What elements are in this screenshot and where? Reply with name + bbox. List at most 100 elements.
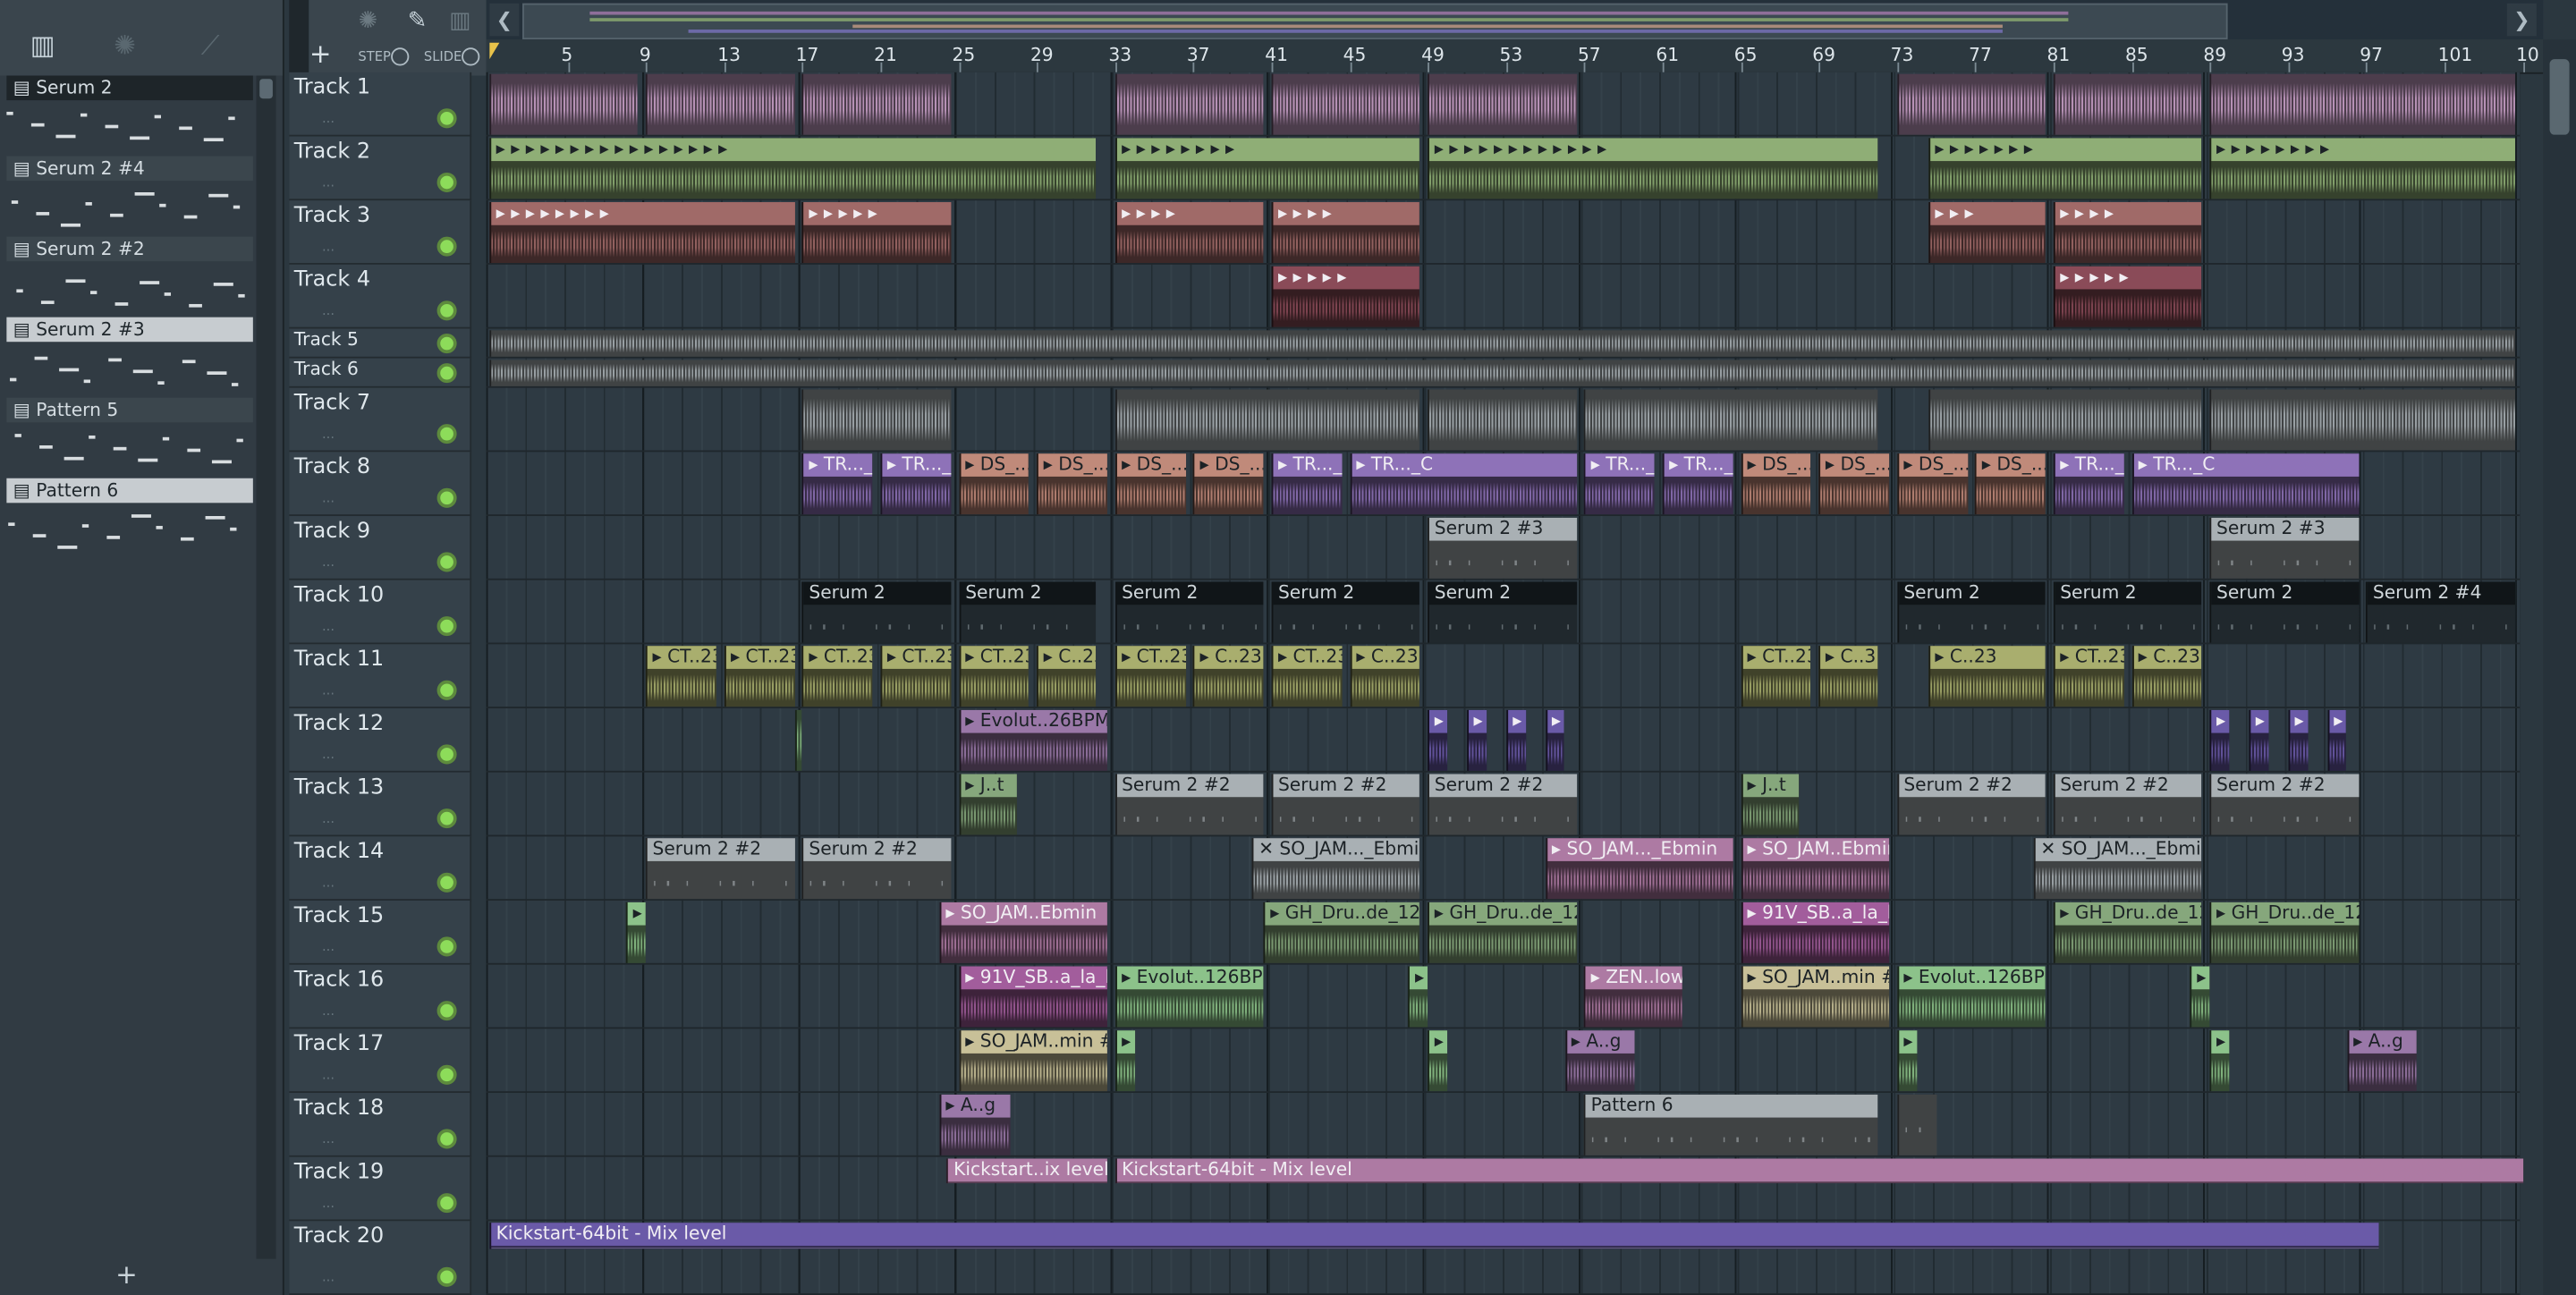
- audio-clip[interactable]: [1114, 73, 1264, 135]
- audio-clip[interactable]: ▸ A..g: [1564, 1030, 1636, 1092]
- audio-clip[interactable]: ▸ ▸ ▸: [1928, 202, 2046, 264]
- audio-clip[interactable]: [489, 330, 2515, 357]
- track-mute-led[interactable]: [436, 108, 457, 129]
- audio-clip[interactable]: ▸ CT..23: [1741, 646, 1811, 707]
- pattern-clip[interactable]: Serum 2 #2: [646, 838, 795, 900]
- audio-clip[interactable]: ▸ SO_JAM..min #3: [1741, 966, 1890, 1028]
- draw-tool-icon[interactable]: ✎: [397, 4, 436, 39]
- pattern-clip[interactable]: Serum 2 #2: [802, 838, 952, 900]
- audio-clip[interactable]: ▸ A..g: [2346, 1030, 2418, 1092]
- track-header[interactable]: Track 7 ···: [289, 387, 472, 453]
- audio-clip[interactable]: ▸ CT..23: [880, 646, 952, 707]
- audio-clip[interactable]: ▸ SO_JAM..Ebmin: [1741, 838, 1890, 900]
- audio-clip[interactable]: [2209, 389, 2515, 451]
- track-options-dots[interactable]: ···: [322, 944, 335, 959]
- audio-clip[interactable]: [489, 360, 2515, 386]
- track-header[interactable]: Track 9 ···: [289, 516, 472, 580]
- pattern-item[interactable]: ▤ Serum 2: [6, 75, 253, 155]
- audio-clip[interactable]: ▸ C..23: [1350, 646, 1420, 707]
- track-mute-led[interactable]: [436, 872, 457, 893]
- pattern-clip[interactable]: Serum 2 #2: [1271, 774, 1420, 835]
- audio-clip[interactable]: [1897, 73, 2046, 135]
- audio-clip[interactable]: ▸ ▸ ▸ ▸: [1271, 202, 1420, 264]
- audio-clip[interactable]: ▸ TR..._C: [1584, 453, 1655, 515]
- audio-clip[interactable]: ▸ C..3: [1818, 646, 1878, 707]
- pattern-clip[interactable]: Pattern 6: [1584, 1094, 1878, 1155]
- audio-clip[interactable]: ▸: [2249, 709, 2269, 771]
- track-header[interactable]: Track 16 ···: [289, 964, 472, 1029]
- audio-clip[interactable]: [2209, 73, 2515, 135]
- track-options-dots[interactable]: ···: [322, 879, 335, 894]
- pattern-clip[interactable]: Serum 2 #2: [2209, 774, 2359, 835]
- pattern-item[interactable]: ▤ Pattern 5: [6, 397, 253, 477]
- audio-clip[interactable]: ▸ GH_Dru..de_124: [1263, 901, 1420, 963]
- audio-clip[interactable]: ▸ C..23: [1928, 646, 2046, 707]
- track-options-dots[interactable]: ···: [322, 1136, 335, 1151]
- track-mute-led[interactable]: [436, 300, 457, 321]
- audio-clip[interactable]: ▸ CT..23: [802, 646, 873, 707]
- audio-clip[interactable]: ▸ DS_...t: [1741, 453, 1811, 515]
- track-options-dots[interactable]: ···: [322, 687, 335, 702]
- pattern-clip[interactable]: Serum 2: [1114, 581, 1264, 643]
- audio-clip[interactable]: ▸ CT..23: [2053, 646, 2124, 707]
- audio-clip[interactable]: ▸ CT..23: [958, 646, 1030, 707]
- audio-clip[interactable]: ▸ Evolut..26BPM: [958, 709, 1107, 771]
- automation-clip[interactable]: Kickstart..ix level: [946, 1158, 1107, 1184]
- track-header[interactable]: Track 10 ···: [289, 580, 472, 645]
- audio-clip[interactable]: ▸ TR..._C: [1662, 453, 1733, 515]
- track-header[interactable]: Track 18 ···: [289, 1093, 472, 1157]
- track-mute-led[interactable]: [436, 552, 457, 572]
- slide-radio[interactable]: [462, 47, 480, 66]
- audio-clip[interactable]: ▸ C..23: [2131, 646, 2202, 707]
- audio-clip[interactable]: ▸ ▸ ▸ ▸: [1114, 202, 1264, 264]
- track-options-dots[interactable]: ···: [322, 751, 335, 766]
- pattern-clip[interactable]: Serum 2: [958, 581, 1096, 643]
- add-pattern-button[interactable]: +: [98, 1259, 154, 1292]
- audio-clip[interactable]: ▸ Evolut..126BPM: [1114, 966, 1264, 1028]
- audio-clip[interactable]: ▸ DS_...t: [1818, 453, 1890, 515]
- track-mute-led[interactable]: [436, 363, 457, 384]
- audio-clip[interactable]: ▸: [1408, 966, 1428, 1028]
- track-header[interactable]: Track 15 ···: [289, 901, 472, 965]
- audio-clip[interactable]: ▸ J..t: [958, 774, 1018, 835]
- track-header[interactable]: Track 17 ···: [289, 1028, 472, 1094]
- pattern-clip[interactable]: Serum 2 #3: [2209, 517, 2359, 579]
- track-header[interactable]: Track 20 ···: [289, 1221, 472, 1295]
- audio-clip[interactable]: ▸: [2209, 1030, 2230, 1092]
- pattern-item[interactable]: ▤ Serum 2 #2: [6, 236, 253, 316]
- track-mute-led[interactable]: [436, 172, 457, 192]
- add-track-button[interactable]: +: [306, 38, 335, 69]
- step-radio[interactable]: [391, 47, 410, 66]
- audio-clip[interactable]: [489, 73, 639, 135]
- audio-clip[interactable]: [802, 389, 952, 451]
- audio-clip[interactable]: ▸ DS_...t: [1193, 453, 1264, 515]
- audio-clip[interactable]: ▸ TR..._C: [802, 453, 873, 515]
- track-mute-led[interactable]: [436, 1064, 457, 1085]
- track-mute-led[interactable]: [436, 1266, 457, 1287]
- audio-clip[interactable]: ▸: [1428, 1030, 1448, 1092]
- audio-clip[interactable]: ▸ TR..._C: [1350, 453, 1577, 515]
- track-options-dots[interactable]: ···: [322, 1071, 335, 1087]
- audio-clip[interactable]: [2053, 73, 2202, 135]
- track-options-dots[interactable]: ···: [322, 559, 335, 574]
- track-mute-led[interactable]: [436, 1001, 457, 1021]
- audio-clip[interactable]: [1428, 73, 1577, 135]
- audio-clip[interactable]: ▸: [2209, 709, 2230, 771]
- pattern-clip[interactable]: Serum 2: [2053, 581, 2202, 643]
- scroll-left-button[interactable]: ❮: [489, 3, 520, 37]
- pattern-item[interactable]: ▤ Serum 2 #3: [6, 317, 253, 396]
- automation-clip[interactable]: Kickstart-64bit - Mix level: [489, 1223, 2378, 1249]
- audio-clip[interactable]: ▸ GH_Dru..de_124: [2209, 901, 2359, 963]
- audio-clip[interactable]: ▸ ZEN..low: [1584, 966, 1682, 1028]
- audio-clip[interactable]: [1271, 73, 1420, 135]
- track-mute-led[interactable]: [436, 334, 457, 354]
- audio-clip-icon[interactable]: ✺: [348, 4, 387, 39]
- audio-clip[interactable]: ▸ TR..._C: [2053, 453, 2124, 515]
- audio-clip[interactable]: ▸ ▸ ▸ ▸ ▸: [1271, 266, 1420, 327]
- audio-clip[interactable]: ▸ TR..._C: [880, 453, 952, 515]
- audio-clip[interactable]: ▸ DS_...t: [958, 453, 1030, 515]
- scrollbar-thumb[interactable]: [2549, 59, 2570, 135]
- automation-icon[interactable]: ⟋: [191, 26, 230, 65]
- audio-clip[interactable]: ▸: [626, 901, 647, 963]
- track-mute-led[interactable]: [436, 236, 457, 257]
